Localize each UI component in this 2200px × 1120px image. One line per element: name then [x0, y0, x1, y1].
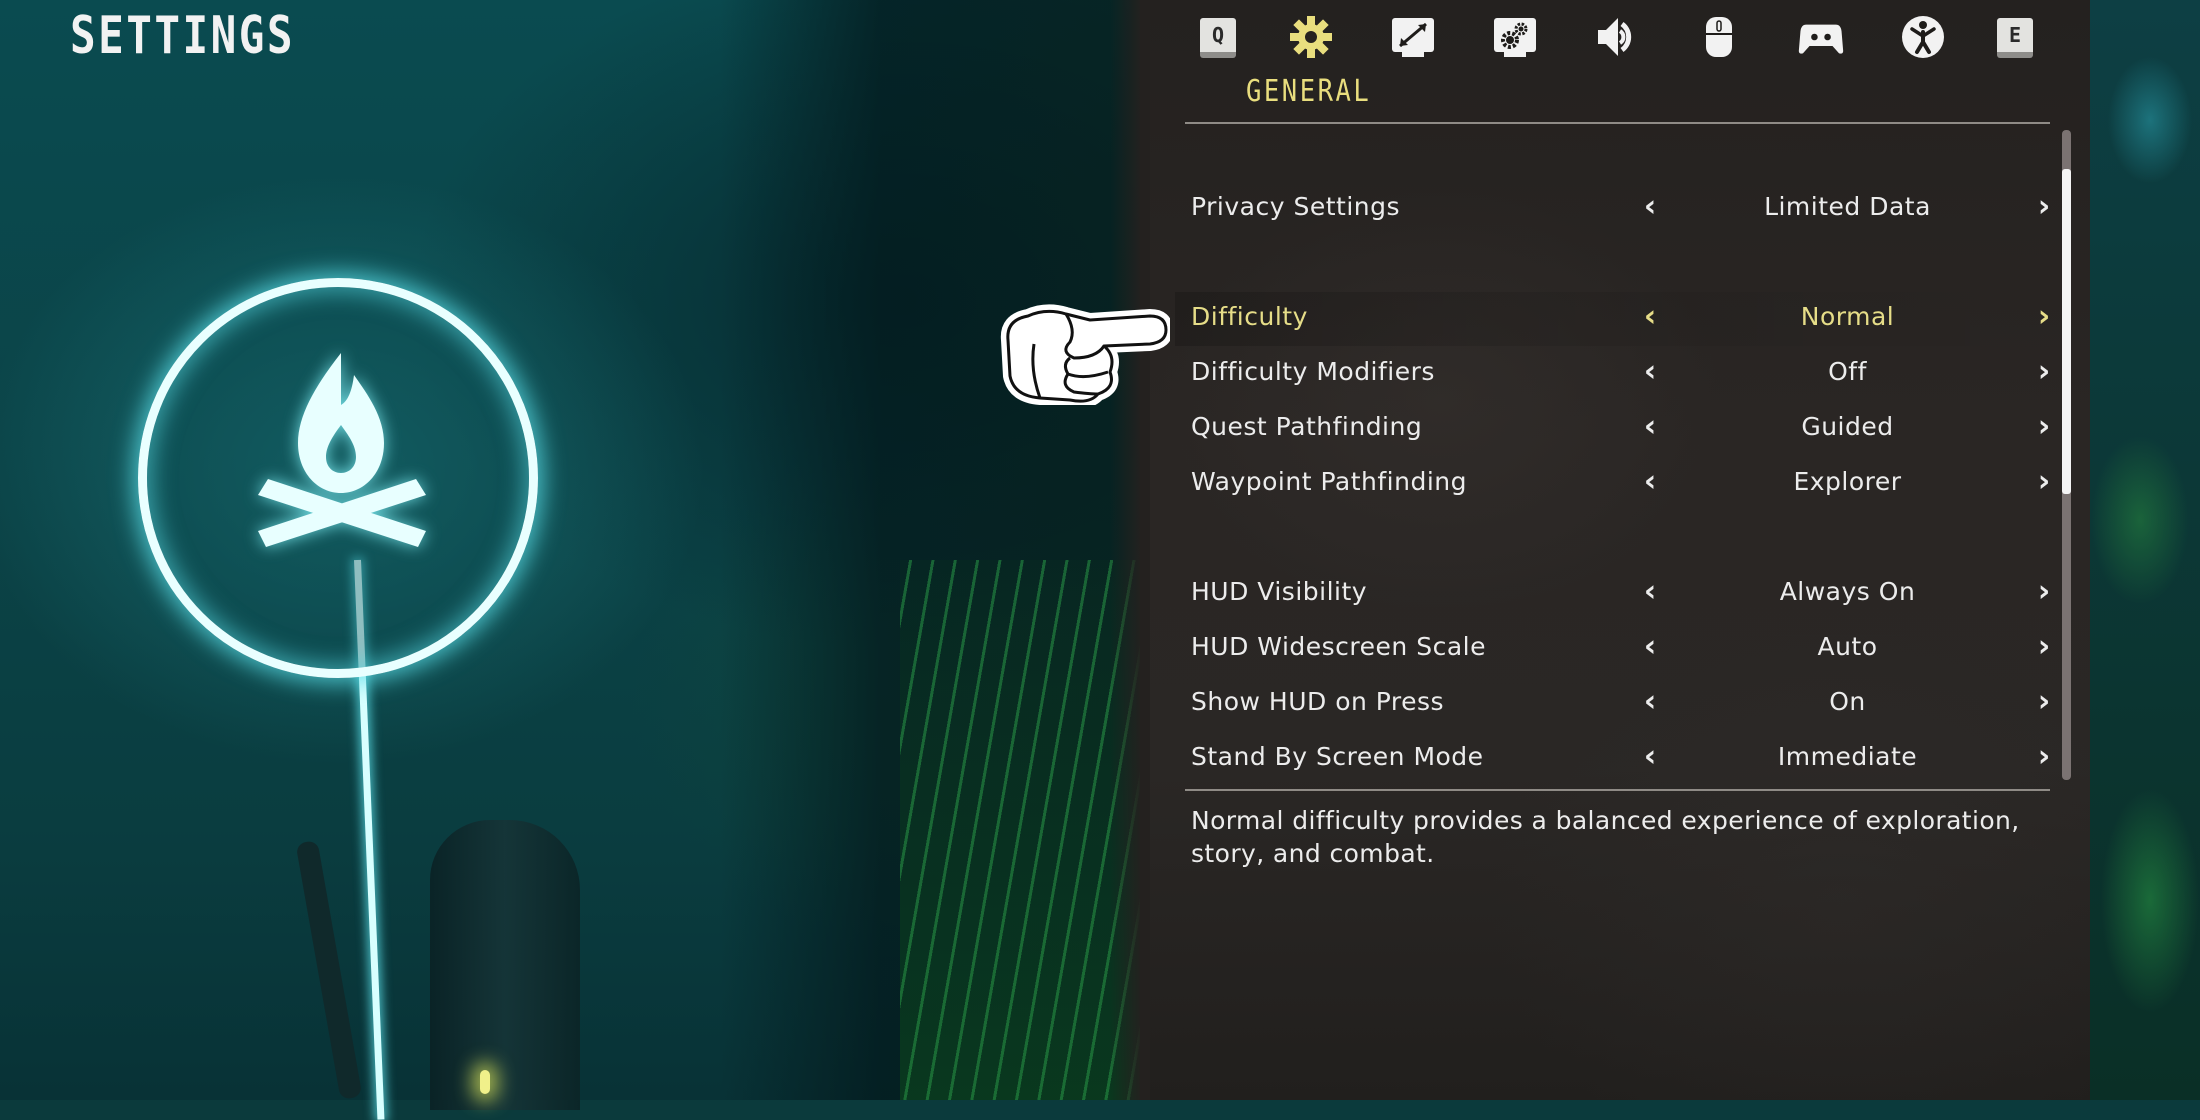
campfire-icon — [258, 353, 426, 547]
settings-tabs: Q E — [1195, 14, 2035, 74]
arrow-left-icon[interactable]: ‹ — [1638, 577, 1662, 607]
arrow-left-icon[interactable]: ‹ — [1638, 357, 1662, 387]
setting-row-stand-by-screen-mode[interactable]: Stand By Screen Mode ‹ Immediate › — [1185, 736, 2055, 782]
arrow-left-icon[interactable]: ‹ — [1638, 687, 1662, 717]
setting-label: Show HUD on Press — [1191, 687, 1445, 716]
active-tab-label: GENERAL — [1246, 74, 1372, 109]
tab-prev-key[interactable]: Q — [1195, 14, 1241, 60]
branch — [295, 840, 363, 1100]
arrow-right-icon[interactable]: › — [2032, 412, 2056, 442]
speaker-icon — [1598, 18, 1632, 56]
screen-gears-icon — [1494, 18, 1536, 57]
tab-mouse-keyboard[interactable] — [1696, 14, 1742, 60]
setting-label: Quest Pathfinding — [1191, 412, 1423, 441]
setting-value: Normal — [1800, 302, 1895, 331]
arrow-right-icon[interactable]: › — [2032, 357, 2056, 387]
arrow-right-icon[interactable]: › — [2032, 687, 2056, 717]
arrow-right-icon[interactable]: › — [2032, 632, 2056, 662]
arrow-left-icon[interactable]: ‹ — [1638, 742, 1662, 772]
scrollbar-thumb[interactable] — [2062, 169, 2071, 494]
setting-label: HUD Visibility — [1191, 577, 1368, 606]
setting-value: Off — [1828, 357, 1867, 386]
setting-label: Stand By Screen Mode — [1191, 742, 1484, 771]
tab-controller[interactable] — [1798, 14, 1844, 60]
arrow-right-icon[interactable]: › — [2032, 577, 2056, 607]
setting-value: Guided — [1801, 412, 1894, 441]
tab-graphics[interactable] — [1492, 14, 1538, 60]
screen-resize-icon — [1392, 18, 1434, 57]
firefly-glow — [480, 1070, 490, 1094]
scrollbar-track[interactable] — [2062, 130, 2071, 780]
setting-value: On — [1829, 687, 1866, 716]
arrow-left-icon[interactable]: ‹ — [1638, 412, 1662, 442]
arrow-left-icon[interactable]: ‹ — [1638, 632, 1662, 662]
gamepad-icon — [1798, 24, 1844, 54]
tab-general[interactable] — [1288, 14, 1334, 60]
arrow-right-icon[interactable]: › — [2032, 302, 2056, 332]
arrow-right-icon[interactable]: › — [2032, 467, 2056, 497]
setting-value: Auto — [1817, 632, 1878, 661]
setting-label: Privacy Settings — [1191, 192, 1401, 221]
tree-stump — [430, 820, 580, 1110]
setting-row-privacy-settings[interactable]: Privacy Settings ‹ Limited Data › — [1185, 186, 2055, 232]
setting-row-quest-pathfinding[interactable]: Quest Pathfinding ‹ Guided › — [1185, 406, 2055, 452]
page-title: SETTINGS — [70, 6, 296, 66]
e-key-icon: E — [1997, 18, 2033, 58]
q-key-icon: Q — [1200, 18, 1236, 58]
tab-accessibility[interactable] — [1900, 14, 1946, 60]
setting-value: Immediate — [1777, 742, 1918, 771]
setting-label: Waypoint Pathfinding — [1191, 467, 1467, 496]
arrow-right-icon[interactable]: › — [2032, 742, 2056, 772]
setting-value: Explorer — [1793, 467, 1902, 496]
setting-row-hud-visibility[interactable]: HUD Visibility ‹ Always On › — [1185, 571, 2055, 617]
mouse-icon — [1706, 17, 1732, 57]
setting-description: Normal difficulty provides a balanced ex… — [1191, 806, 2020, 868]
setting-label: HUD Widescreen Scale — [1191, 632, 1486, 661]
arrow-right-icon[interactable]: › — [2032, 192, 2056, 222]
setting-label: Difficulty Modifiers — [1191, 357, 1435, 386]
setting-value: Always On — [1779, 577, 1916, 606]
setting-row-show-hud-on-press[interactable]: Show HUD on Press ‹ On › — [1185, 681, 2055, 727]
setting-label: Difficulty — [1191, 302, 1308, 331]
pointing-hand-cursor-icon — [1000, 304, 1170, 405]
setting-row-hud-widescreen-scale[interactable]: HUD Widescreen Scale ‹ Auto › — [1185, 626, 2055, 672]
tab-next-key[interactable]: E — [1992, 14, 2038, 60]
description-divider — [1185, 789, 2050, 791]
setting-row-difficulty[interactable]: Difficulty ‹ Normal › — [1175, 292, 2065, 346]
setting-value: Limited Data — [1764, 192, 1931, 221]
arrow-left-icon[interactable]: ‹ — [1638, 467, 1662, 497]
gear-icon — [1290, 16, 1332, 58]
setting-row-waypoint-pathfinding[interactable]: Waypoint Pathfinding ‹ Explorer › — [1185, 461, 2055, 507]
tab-audio[interactable] — [1594, 14, 1640, 60]
settings-panel — [1110, 0, 2090, 1100]
accessibility-icon — [1902, 16, 1944, 58]
tab-display[interactable] — [1390, 14, 1436, 60]
right-foliage — [2090, 0, 2200, 1100]
setting-row-difficulty-modifiers[interactable]: Difficulty Modifiers ‹ Off › — [1185, 351, 2055, 397]
arrow-left-icon[interactable]: ‹ — [1638, 302, 1662, 332]
arrow-left-icon[interactable]: ‹ — [1638, 192, 1662, 222]
header-divider — [1185, 122, 2050, 124]
